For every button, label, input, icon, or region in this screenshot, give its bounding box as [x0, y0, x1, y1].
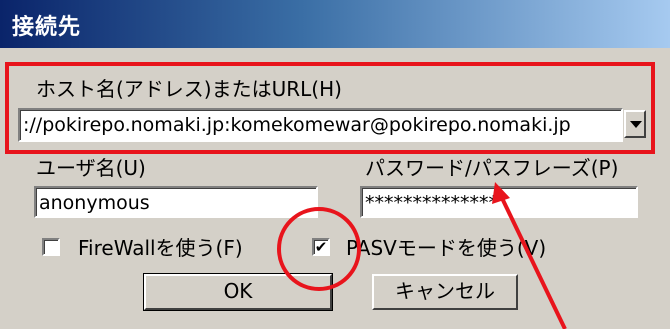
password-value: ************** [365, 192, 498, 214]
ok-button[interactable]: OK [143, 273, 333, 311]
user-value: anonymous [39, 192, 150, 214]
firewall-checkbox[interactable] [42, 238, 60, 256]
window-title: 接続先 [12, 15, 82, 40]
password-input[interactable]: ************** [360, 186, 638, 218]
cancel-label: キャンセル [395, 279, 495, 303]
user-label: ユーザ名(U) [36, 156, 146, 180]
pasv-label: PASVモードを使う(V) [346, 236, 547, 260]
firewall-label: FireWallを使う(F) [78, 236, 243, 260]
ok-label: OK [223, 279, 253, 303]
pasv-checkbox[interactable]: ✔ [312, 238, 330, 256]
password-label: パスワード/パスフレーズ(P) [365, 156, 619, 180]
highlight-rectangle [5, 62, 655, 154]
user-input[interactable]: anonymous [34, 186, 318, 218]
title-bar: 接続先 [0, 0, 670, 48]
cancel-button[interactable]: キャンセル [372, 274, 518, 310]
checkmark-icon: ✔ [314, 238, 328, 256]
